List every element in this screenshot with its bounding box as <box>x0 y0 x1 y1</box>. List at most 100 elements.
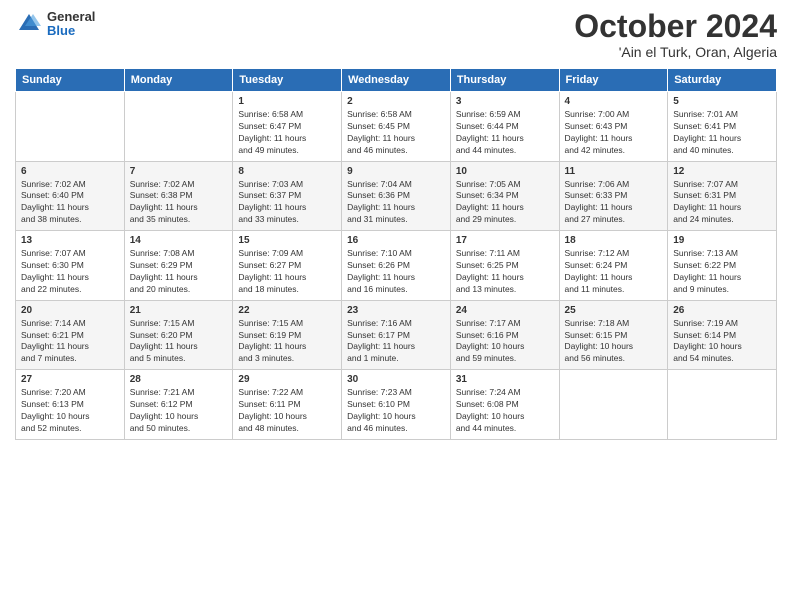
day-info: Sunrise: 7:16 AM Sunset: 6:17 PM Dayligh… <box>347 318 445 366</box>
day-cell-8: 8Sunrise: 7:03 AM Sunset: 6:37 PM Daylig… <box>233 161 342 231</box>
day-header-thursday: Thursday <box>450 69 559 92</box>
day-info: Sunrise: 7:14 AM Sunset: 6:21 PM Dayligh… <box>21 318 119 366</box>
day-number: 26 <box>673 305 771 316</box>
week-row-1: 1Sunrise: 6:58 AM Sunset: 6:47 PM Daylig… <box>16 92 777 162</box>
day-info: Sunrise: 7:04 AM Sunset: 6:36 PM Dayligh… <box>347 179 445 227</box>
day-number: 2 <box>347 96 445 107</box>
day-number: 23 <box>347 305 445 316</box>
day-number: 18 <box>565 235 663 246</box>
day-info: Sunrise: 7:23 AM Sunset: 6:10 PM Dayligh… <box>347 387 445 435</box>
location: 'Ain el Turk, Oran, Algeria <box>574 44 777 60</box>
day-cell-16: 16Sunrise: 7:10 AM Sunset: 6:26 PM Dayli… <box>342 231 451 301</box>
day-info: Sunrise: 7:17 AM Sunset: 6:16 PM Dayligh… <box>456 318 554 366</box>
day-info: Sunrise: 7:02 AM Sunset: 6:40 PM Dayligh… <box>21 179 119 227</box>
day-number: 3 <box>456 96 554 107</box>
calendar: SundayMondayTuesdayWednesdayThursdayFrid… <box>15 68 777 440</box>
day-number: 9 <box>347 166 445 177</box>
day-number: 31 <box>456 374 554 385</box>
empty-cell <box>124 92 233 162</box>
day-number: 6 <box>21 166 119 177</box>
day-number: 15 <box>238 235 336 246</box>
day-number: 28 <box>130 374 228 385</box>
day-info: Sunrise: 7:19 AM Sunset: 6:14 PM Dayligh… <box>673 318 771 366</box>
day-number: 24 <box>456 305 554 316</box>
day-number: 16 <box>347 235 445 246</box>
day-number: 11 <box>565 166 663 177</box>
day-cell-9: 9 Sunrise: 7:04 AM Sunset: 6:36 PM Daylig… <box>342 161 451 231</box>
day-cell-3: 3Sunrise: 6:59 AM Sunset: 6:44 PM Daylig… <box>450 92 559 162</box>
day-info: Sunrise: 7:00 AM Sunset: 6:43 PM Dayligh… <box>565 109 663 157</box>
logo-general: General <box>47 10 95 24</box>
day-number: 13 <box>21 235 119 246</box>
day-header-saturday: Saturday <box>668 69 777 92</box>
day-number: 7 <box>130 166 228 177</box>
day-info: Sunrise: 7:02 AM Sunset: 6:38 PM Dayligh… <box>130 179 228 227</box>
day-cell-13: 13 Sunrise: 7:07 AM Sunset: 6:30 PM Dayli… <box>16 231 125 301</box>
day-info: Sunrise: 7:20 AM Sunset: 6:13 PM Dayligh… <box>21 387 119 435</box>
day-cell-10: 10Sunrise: 7:05 AM Sunset: 6:34 PM Dayli… <box>450 161 559 231</box>
day-number: 14 <box>130 235 228 246</box>
day-cell-19: 19 Sunrise: 7:13 AM Sunset: 6:22 PM Dayli… <box>668 231 777 301</box>
day-header-sunday: Sunday <box>16 69 125 92</box>
day-number: 29 <box>238 374 336 385</box>
day-info: Sunrise: 7:15 AM Sunset: 6:20 PM Dayligh… <box>130 318 228 366</box>
day-number: 4 <box>565 96 663 107</box>
day-info: Sunrise: 6:58 AM Sunset: 6:45 PM Dayligh… <box>347 109 445 157</box>
day-cell-25: 25Sunrise: 7:18 AM Sunset: 6:15 PM Dayli… <box>559 300 668 370</box>
day-number: 25 <box>565 305 663 316</box>
day-cell-7: 7 Sunrise: 7:02 AM Sunset: 6:38 PM Daylig… <box>124 161 233 231</box>
day-info: Sunrise: 7:24 AM Sunset: 6:08 PM Dayligh… <box>456 387 554 435</box>
page: General Blue October 2024 'Ain el Turk, … <box>0 0 792 612</box>
logo-blue: Blue <box>47 24 95 38</box>
day-number: 27 <box>21 374 119 385</box>
logo-text: General Blue <box>47 10 95 39</box>
day-cell-11: 11 Sunrise: 7:06 AM Sunset: 6:33 PM Dayli… <box>559 161 668 231</box>
day-cell-6: 6 Sunrise: 7:02 AM Sunset: 6:40 PM Daylig… <box>16 161 125 231</box>
day-header-monday: Monday <box>124 69 233 92</box>
day-info: Sunrise: 7:07 AM Sunset: 6:30 PM Dayligh… <box>21 248 119 296</box>
day-header-tuesday: Tuesday <box>233 69 342 92</box>
day-info: Sunrise: 7:07 AM Sunset: 6:31 PM Dayligh… <box>673 179 771 227</box>
day-info: Sunrise: 7:08 AM Sunset: 6:29 PM Dayligh… <box>130 248 228 296</box>
week-row-4: 20 Sunrise: 7:14 AM Sunset: 6:21 PM Dayli… <box>16 300 777 370</box>
day-info: Sunrise: 7:06 AM Sunset: 6:33 PM Dayligh… <box>565 179 663 227</box>
day-info: Sunrise: 7:05 AM Sunset: 6:34 PM Dayligh… <box>456 179 554 227</box>
day-cell-15: 15 Sunrise: 7:09 AM Sunset: 6:27 PM Dayli… <box>233 231 342 301</box>
title-area: October 2024 'Ain el Turk, Oran, Algeria <box>574 10 777 60</box>
week-row-3: 13 Sunrise: 7:07 AM Sunset: 6:30 PM Dayli… <box>16 231 777 301</box>
day-cell-28: 28Sunrise: 7:21 AM Sunset: 6:12 PM Dayli… <box>124 370 233 440</box>
day-cell-14: 14 Sunrise: 7:08 AM Sunset: 6:29 PM Dayli… <box>124 231 233 301</box>
week-row-5: 27 Sunrise: 7:20 AM Sunset: 6:13 PM Dayli… <box>16 370 777 440</box>
day-info: Sunrise: 7:11 AM Sunset: 6:25 PM Dayligh… <box>456 248 554 296</box>
week-row-2: 6 Sunrise: 7:02 AM Sunset: 6:40 PM Daylig… <box>16 161 777 231</box>
day-cell-5: 5Sunrise: 7:01 AM Sunset: 6:41 PM Daylig… <box>668 92 777 162</box>
day-number: 20 <box>21 305 119 316</box>
day-cell-31: 31 Sunrise: 7:24 AM Sunset: 6:08 PM Dayli… <box>450 370 559 440</box>
day-cell-26: 26 Sunrise: 7:19 AM Sunset: 6:14 PM Dayli… <box>668 300 777 370</box>
day-cell-29: 29Sunrise: 7:22 AM Sunset: 6:11 PM Dayli… <box>233 370 342 440</box>
day-number: 19 <box>673 235 771 246</box>
day-cell-1: 1Sunrise: 6:58 AM Sunset: 6:47 PM Daylig… <box>233 92 342 162</box>
day-info: Sunrise: 7:12 AM Sunset: 6:24 PM Dayligh… <box>565 248 663 296</box>
logo: General Blue <box>15 10 95 39</box>
day-cell-4: 4 Sunrise: 7:00 AM Sunset: 6:43 PM Daylig… <box>559 92 668 162</box>
day-cell-24: 24 Sunrise: 7:17 AM Sunset: 6:16 PM Dayli… <box>450 300 559 370</box>
day-header-friday: Friday <box>559 69 668 92</box>
day-number: 12 <box>673 166 771 177</box>
empty-cell <box>668 370 777 440</box>
month-title: October 2024 <box>574 10 777 42</box>
logo-icon <box>15 10 43 38</box>
day-cell-27: 27 Sunrise: 7:20 AM Sunset: 6:13 PM Dayli… <box>16 370 125 440</box>
day-info: Sunrise: 7:13 AM Sunset: 6:22 PM Dayligh… <box>673 248 771 296</box>
day-cell-30: 30Sunrise: 7:23 AM Sunset: 6:10 PM Dayli… <box>342 370 451 440</box>
day-number: 5 <box>673 96 771 107</box>
day-info: Sunrise: 7:15 AM Sunset: 6:19 PM Dayligh… <box>238 318 336 366</box>
calendar-header-row: SundayMondayTuesdayWednesdayThursdayFrid… <box>16 69 777 92</box>
day-cell-17: 17Sunrise: 7:11 AM Sunset: 6:25 PM Dayli… <box>450 231 559 301</box>
day-number: 8 <box>238 166 336 177</box>
header: General Blue October 2024 'Ain el Turk, … <box>15 10 777 60</box>
day-number: 22 <box>238 305 336 316</box>
day-info: Sunrise: 7:09 AM Sunset: 6:27 PM Dayligh… <box>238 248 336 296</box>
day-header-wednesday: Wednesday <box>342 69 451 92</box>
day-cell-12: 12 Sunrise: 7:07 AM Sunset: 6:31 PM Dayli… <box>668 161 777 231</box>
